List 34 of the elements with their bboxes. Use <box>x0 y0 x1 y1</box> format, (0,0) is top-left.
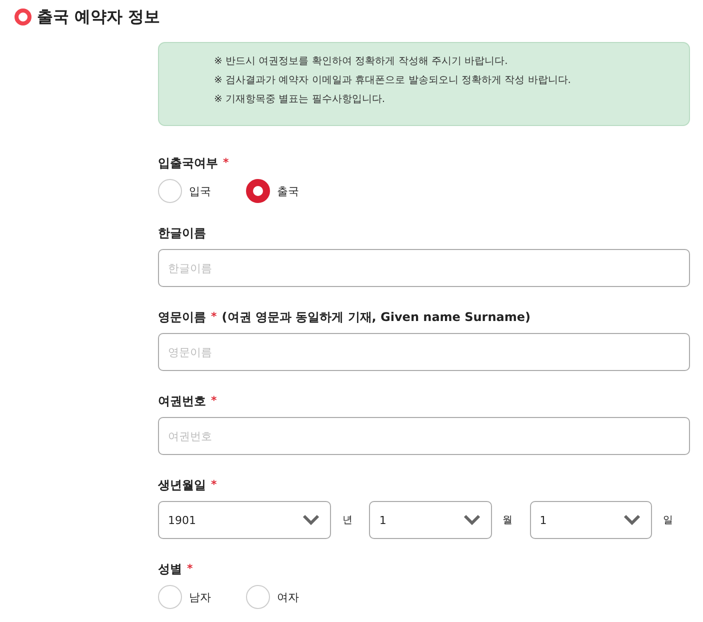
radio-label[interactable]: 출국 <box>277 184 299 198</box>
radio-label[interactable]: 입국 <box>189 184 211 198</box>
section-title: 출국 예약자 정보 <box>37 7 160 27</box>
dropdown[interactable]: 1 <box>369 501 492 539</box>
ring-icon <box>14 8 32 26</box>
field-label: 여권번호 <box>158 393 206 409</box>
chevron-down-icon <box>462 514 481 526</box>
dropdown[interactable]: 1 <box>530 501 652 539</box>
unit-label: 월 <box>502 514 514 527</box>
radio-label[interactable]: 남자 <box>189 590 211 604</box>
notice-text: ※ 반드시 여권정보를 확인하여 정확하게 작성해 주시기 바랍니다. <box>214 55 509 68</box>
input-field[interactable]: 영문이름 <box>158 333 690 371</box>
radio-label[interactable]: 여자 <box>277 590 299 604</box>
notice-text: ※ 기재항목중 별표는 필수사항입니다. <box>214 93 386 106</box>
field-label: 한글이름 <box>158 225 206 241</box>
notice-text: ※ 검사결과가 예약자 이메일과 휴대폰으로 발송되오니 정확하게 작성 바랍니다. <box>214 74 572 87</box>
unit-label: 년 <box>341 514 354 527</box>
dropdown[interactable]: 1901 <box>158 501 332 539</box>
required-mark: * <box>211 477 217 493</box>
input-field[interactable]: 한글이름 <box>158 249 690 287</box>
chevron-down-icon <box>623 514 641 526</box>
required-mark: * <box>223 155 229 171</box>
field-label: 입출국여부 <box>158 155 218 171</box>
field-note: (여권 영문과 동일하게 기재, Given name Surname) <box>222 309 530 325</box>
field-label: 성별 <box>158 561 182 577</box>
required-mark: * <box>187 561 193 577</box>
chevron-down-icon <box>302 514 320 526</box>
input-field[interactable]: 여권번호 <box>158 417 690 455</box>
required-mark: * <box>211 309 217 325</box>
field-label: 생년월일 <box>158 477 206 493</box>
required-mark: * <box>211 393 217 409</box>
field-label: 영문이름 <box>158 309 206 325</box>
radio-button[interactable] <box>246 179 270 203</box>
unit-label: 일 <box>662 514 674 527</box>
